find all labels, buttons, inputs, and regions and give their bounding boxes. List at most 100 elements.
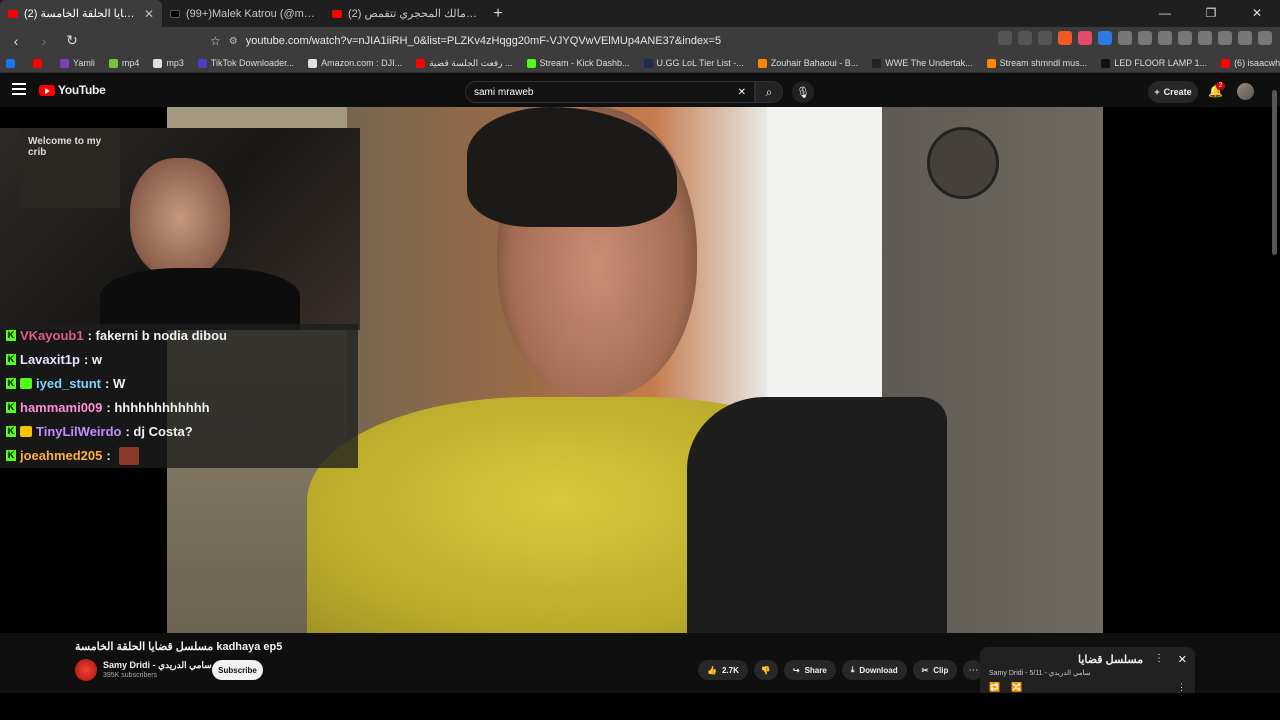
subscriber-count: 395K subscribers [103, 672, 158, 679]
video-title: مسلسل قضايا الحلقة الخامسة kadhaya ep5 [75, 641, 283, 653]
shuffle-icon[interactable]: 🔀 [1011, 682, 1022, 693]
minimize-icon[interactable]: — [1142, 0, 1188, 27]
close-tab-icon[interactable]: ✕ [144, 7, 154, 21]
bookmark-star-icon[interactable]: ☆ [210, 34, 221, 48]
bookmark-item[interactable]: Stream - Kick Dashb... [526, 58, 630, 68]
window-controls: — ❐ ✕ [1142, 0, 1280, 27]
plus-icon: + [1154, 87, 1160, 97]
restore-icon[interactable]: ❐ [1188, 0, 1234, 27]
search-icon: ⌕ [765, 84, 773, 99]
puzzle-icon[interactable] [1158, 31, 1172, 45]
chat-text: : fakerni b nodia dibou [87, 328, 227, 344]
kick-logo-icon: K [6, 402, 16, 414]
url-text: youtube.com/watch?v=nJIA1iiRH_0&list=PLZ… [245, 35, 722, 47]
bookmark-label: Yamli [73, 58, 95, 68]
rewards-icon[interactable] [1078, 31, 1092, 45]
bookmark-item[interactable]: mp3 [153, 58, 184, 68]
address-bar[interactable]: ☆ ⚙ youtube.com/watch?v=nJIA1iiRH_0&list… [210, 30, 952, 52]
bookmark-favicon-icon [986, 58, 996, 68]
notification-count-badge: 2 [1216, 82, 1225, 90]
chat-text: : w [83, 352, 103, 368]
chat-username: iyed_stunt [36, 376, 102, 392]
forward-icon[interactable]: › [34, 31, 54, 51]
video-person-jacket [687, 397, 947, 633]
bookmark-label: U.GG LoL Tier List -... [656, 58, 744, 68]
sidebar-icon[interactable] [1198, 31, 1212, 45]
bookmark-item[interactable]: Zouhair Bahaoui - B... [757, 58, 859, 68]
playlist-more-icon[interactable]: ⋮ [1177, 682, 1186, 693]
share-arrow-icon: ↪ [792, 665, 800, 675]
bookmark-item[interactable]: LED FLOOR LAMP 1... [1101, 58, 1207, 68]
bookmark-item[interactable]: (6) isaacwhy - YouT... [1221, 58, 1280, 68]
video-background-clock [927, 127, 999, 199]
bookmark-label: Amazon.com : DJI... [321, 58, 403, 68]
site-info-icon[interactable]: ⚙ [229, 36, 238, 47]
close-icon[interactable]: ✕ [1178, 653, 1187, 666]
bookmark-favicon-icon [416, 58, 426, 68]
kick-logo-icon: K [6, 426, 16, 438]
chat-text: : W [105, 376, 126, 392]
bookmark-item[interactable]: Stream shmndl mus... [986, 58, 1087, 68]
voice-search-button[interactable]: 🎙 [792, 81, 814, 103]
bookmark-favicon-icon [1221, 58, 1231, 68]
download-button[interactable]: ⤓ Download [841, 660, 907, 680]
bookmark-item[interactable]: U.GG LoL Tier List -... [643, 58, 744, 68]
extension-icon[interactable] [1118, 31, 1132, 45]
like-button[interactable]: 👍 2.7K [698, 660, 748, 680]
chat-message: K TinyLilWeirdo : dj Costa? [0, 420, 358, 444]
bookmark-label: Zouhair Bahaoui - B... [770, 58, 859, 68]
search-button[interactable]: ⌕ [755, 81, 783, 103]
dislike-button[interactable]: 👎 [753, 660, 778, 680]
bookmark-favicon-icon [757, 58, 767, 68]
browser-tab-1[interactable]: (2) مسلسل قضايا الحلقة الخامسة ✕ [0, 0, 162, 27]
scissors-icon: ✂ [921, 665, 929, 675]
search-input-value: sami mraweb [474, 86, 534, 98]
bookmark-item[interactable] [33, 58, 46, 68]
bookmark-item[interactable]: TikTok Downloader... [197, 58, 294, 68]
avatar[interactable] [1237, 83, 1254, 100]
loop-icon[interactable]: 🔁 [989, 682, 1000, 693]
extension-icon[interactable] [1138, 31, 1152, 45]
zoom-icon[interactable] [1018, 31, 1032, 45]
new-tab-button[interactable]: + [486, 0, 510, 27]
clear-search-icon[interactable]: ✕ [738, 87, 746, 98]
reload-icon[interactable]: ↻ [62, 31, 82, 51]
music-icon[interactable] [1178, 31, 1192, 45]
tab-title: (2) ‎الفنان مالك المحجري تتقمص [348, 8, 478, 20]
chat-text: : [106, 448, 111, 464]
extension-icon[interactable] [1098, 31, 1112, 45]
bookmark-item[interactable]: Amazon.com : DJI... [308, 58, 402, 68]
wallet-icon[interactable] [1218, 31, 1232, 45]
close-window-icon[interactable]: ✕ [1234, 0, 1280, 27]
cast-icon[interactable] [998, 31, 1012, 45]
subscribe-button[interactable]: Subscribe [212, 660, 263, 680]
kick-logo-icon: K [6, 354, 16, 366]
channel-name[interactable]: Samy Dridi - سامي الدريدي [103, 660, 224, 671]
create-button[interactable]: + Create [1148, 81, 1198, 103]
bookmark-item[interactable]: رفعت الجلسة قضية ... [416, 57, 513, 69]
youtube-logo[interactable]: YouTube [39, 83, 106, 97]
search-input[interactable]: sami mraweb ✕ [465, 81, 755, 103]
bookmark-item[interactable]: Yamli [60, 58, 95, 68]
bookmark-favicon-icon [643, 58, 653, 68]
menu-icon[interactable] [1258, 31, 1272, 45]
bookmark-item[interactable] [6, 58, 19, 68]
playlist-title[interactable]: مسلسل قضايا [1078, 653, 1143, 666]
hamburger-menu-icon[interactable] [12, 83, 26, 95]
browser-tab-2[interactable]: (99+)Malek Katrou (@malekkatrou) | [162, 0, 324, 27]
bookmark-item[interactable]: WWE The Undertak... [872, 58, 973, 68]
brave-shield-icon[interactable] [1058, 31, 1072, 45]
share-button[interactable]: ↪ Share [783, 660, 836, 680]
page-scrollbar[interactable] [1272, 90, 1277, 255]
bookmark-item[interactable]: mp4 [108, 58, 139, 68]
bookmark-label: رفعت الجلسة قضية ... [429, 57, 513, 68]
channel-avatar[interactable] [75, 659, 97, 681]
leo-icon[interactable] [1238, 31, 1252, 45]
clip-button[interactable]: ✂ Clip [912, 660, 958, 680]
share-icon[interactable] [1038, 31, 1052, 45]
browser-tab-3[interactable]: (2) ‎الفنان مالك المحجري تتقمص [324, 0, 486, 27]
playlist-menu-icon[interactable]: ⋮ [1154, 653, 1164, 664]
playlist-panel: مسلسل قضايا ⋮ ✕ Samy Dridi - سامي الدريد… [980, 647, 1195, 697]
thumbs-down-icon: 👎 [760, 665, 771, 675]
back-icon[interactable]: ‹ [6, 31, 26, 51]
